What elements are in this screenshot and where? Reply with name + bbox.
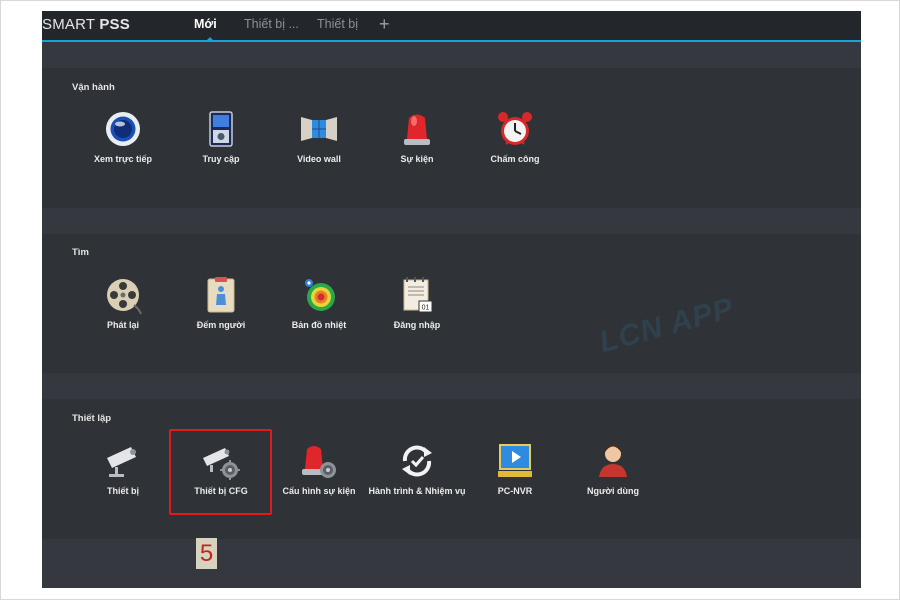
film-reel-icon bbox=[107, 279, 142, 315]
siren-gear-icon bbox=[302, 446, 336, 478]
section-title-settings: Thiết lập bbox=[72, 413, 112, 424]
section-separator bbox=[42, 373, 861, 399]
video-wall-icon bbox=[301, 117, 337, 141]
heat-map-icon bbox=[305, 279, 335, 311]
menu-item-label: Chấm công bbox=[490, 154, 540, 164]
menu-item-access[interactable]: Truy cập bbox=[171, 109, 271, 199]
menu-item-live-view[interactable]: Xem trực tiếp bbox=[73, 109, 173, 199]
add-tab-button[interactable]: + bbox=[379, 14, 390, 35]
menu-item-tour-task[interactable]: Hành trình & Nhiệm vụ bbox=[367, 441, 467, 531]
svg-text:01: 01 bbox=[422, 305, 430, 312]
menu-item-label: Đếm người bbox=[196, 320, 246, 330]
menu-item-heat-map[interactable]: Bản đồ nhiệt bbox=[269, 275, 369, 365]
section-separator bbox=[42, 208, 861, 234]
menu-item-label: Hành trình & Nhiệm vụ bbox=[368, 486, 466, 496]
menu-item-label: Cấu hình sự kiện bbox=[282, 486, 356, 496]
alarm-siren-icon bbox=[404, 114, 430, 145]
live-view-icon bbox=[106, 112, 140, 146]
smart-pss-window: SMART PSS Mới Thiết bị ... Thiết bị + Vậ… bbox=[42, 11, 861, 588]
menu-item-user[interactable]: Người dùng bbox=[563, 441, 663, 531]
step-number-badge: 5 bbox=[196, 538, 217, 569]
highlight-box bbox=[169, 429, 272, 515]
menu-item-label: Người dùng bbox=[587, 486, 639, 496]
menu-item-people-count[interactable]: Đếm người bbox=[171, 275, 271, 365]
tour-task-icon bbox=[402, 445, 432, 477]
menu-item-label: Xem trực tiếp bbox=[93, 154, 153, 164]
menu-item-label: Phát lại bbox=[106, 320, 139, 330]
menu-item-events[interactable]: Sự kiện bbox=[367, 109, 467, 199]
pc-nvr-icon bbox=[498, 444, 532, 477]
menu-item-login-log[interactable]: 01 Đăng nhập bbox=[367, 275, 467, 365]
menu-item-video-wall[interactable]: Video wall bbox=[269, 109, 369, 199]
app-logo: SMART PSS bbox=[42, 16, 130, 33]
menu-item-label: Sự kiện bbox=[400, 154, 434, 164]
top-tab-bar: SMART PSS Mới Thiết bị ... Thiết bị + bbox=[42, 11, 861, 42]
menu-item-label: Truy cập bbox=[202, 154, 240, 164]
menu-item-label: PC-NVR bbox=[497, 486, 533, 496]
menu-item-playback[interactable]: Phát lại bbox=[73, 275, 173, 365]
people-count-icon bbox=[207, 277, 235, 313]
access-control-icon bbox=[209, 111, 233, 147]
menu-item-label: Đăng nhập bbox=[393, 320, 441, 330]
active-tab-indicator bbox=[206, 37, 214, 41]
calendar-log-icon: 01 bbox=[403, 277, 433, 313]
camera-icon bbox=[107, 447, 136, 477]
menu-item-label: Bản đồ nhiệt bbox=[291, 320, 347, 330]
tab-device-truncated[interactable]: Thiết bị ... bbox=[244, 17, 299, 31]
menu-item-label: Thiết bị bbox=[107, 486, 139, 496]
section-title-search: Tìm bbox=[72, 247, 89, 258]
alarm-clock-icon bbox=[498, 112, 532, 145]
section-separator bbox=[42, 42, 861, 68]
menu-item-pc-nvr[interactable]: PC-NVR bbox=[465, 441, 565, 531]
menu-item-label: Video wall bbox=[297, 154, 341, 164]
menu-item-attendance[interactable]: Chấm công bbox=[465, 109, 565, 199]
tab-device[interactable]: Thiết bị bbox=[317, 17, 358, 31]
tab-new[interactable]: Mới bbox=[194, 17, 217, 31]
user-icon bbox=[599, 444, 627, 477]
menu-item-device[interactable]: Thiết bị bbox=[73, 441, 173, 531]
section-separator bbox=[42, 539, 861, 588]
section-title-operation: Vận hành bbox=[72, 82, 115, 93]
menu-item-event-config[interactable]: Cấu hình sự kiện bbox=[269, 441, 369, 531]
